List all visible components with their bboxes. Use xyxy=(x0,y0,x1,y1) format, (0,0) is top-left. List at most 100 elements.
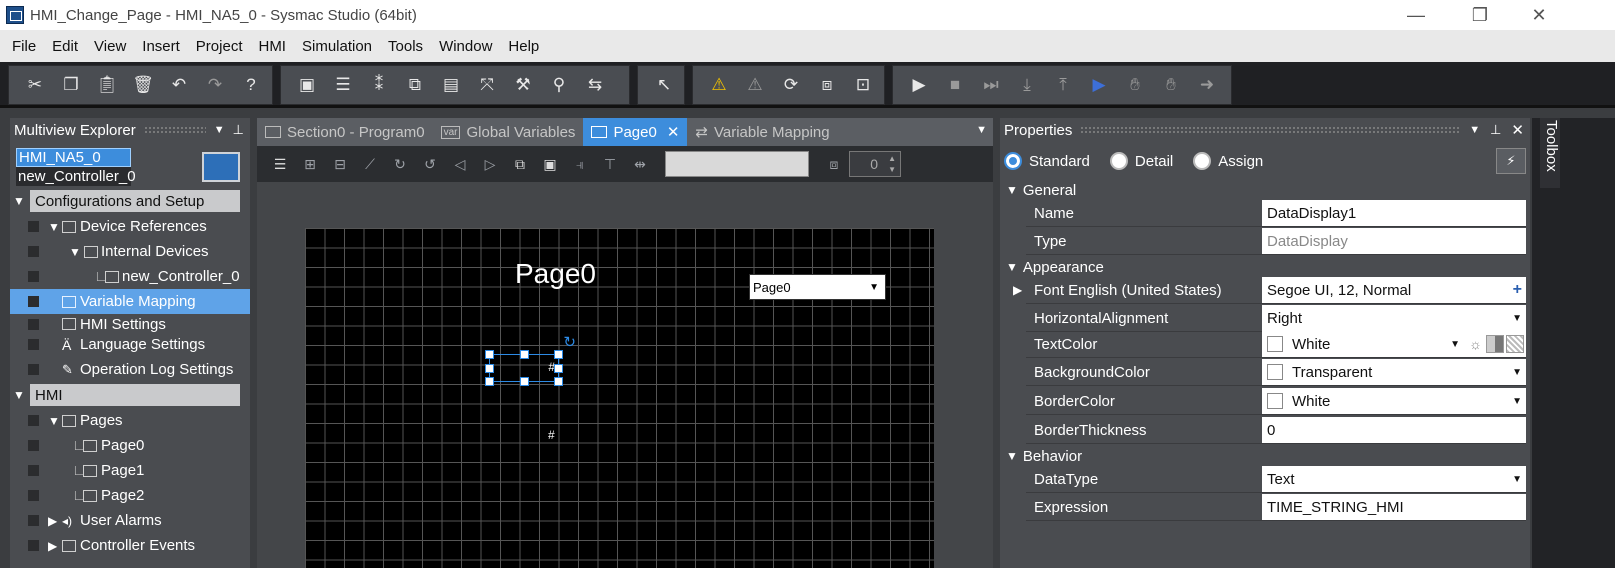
menu-window[interactable]: Window xyxy=(431,38,500,55)
resize-handle[interactable] xyxy=(554,364,563,373)
rotate-handle-icon[interactable]: ↻ xyxy=(563,333,576,351)
tree-hmi-settings[interactable]: HMI Settings xyxy=(10,314,250,334)
3d-icon[interactable]: ▣ xyxy=(289,70,325,100)
expand-icon[interactable]: ▼ xyxy=(48,414,60,428)
step-out-icon[interactable]: ⤒ xyxy=(1045,70,1081,100)
tree-pages[interactable]: ▼ Pages xyxy=(10,408,250,433)
menu-help[interactable]: Help xyxy=(500,38,547,55)
copy-icon[interactable]: ❐ xyxy=(53,70,89,100)
event-toggle-icon[interactable]: ⚡ xyxy=(1496,148,1526,174)
menu-view[interactable]: View xyxy=(86,38,134,55)
chevron-down-icon[interactable]: ▼ xyxy=(1450,339,1460,350)
undo-icon[interactable]: ↶ xyxy=(161,70,197,100)
watch-icon[interactable]: ▤ xyxy=(433,70,469,100)
text-color-dropdown[interactable]: White ▼ ☼ xyxy=(1262,331,1526,357)
pattern-icon[interactable] xyxy=(1506,335,1524,353)
tree-icon[interactable]: ☰ xyxy=(325,70,361,100)
pause-icon[interactable]: ▶ xyxy=(1081,70,1117,100)
minimize-button[interactable]: — xyxy=(1387,0,1445,30)
help-icon[interactable]: ? xyxy=(233,70,269,100)
stepper-arrows-icon[interactable]: ▲ ▼ xyxy=(888,153,896,175)
tree-language-settings[interactable]: Ä Language Settings xyxy=(10,332,250,357)
data-display-selected[interactable]: # ↻ xyxy=(485,334,576,386)
align-top-icon[interactable]: ⊤ xyxy=(595,150,625,178)
resize-handle[interactable] xyxy=(485,377,494,386)
chevron-down-icon[interactable]: ▼ xyxy=(1469,124,1480,136)
device-hmi[interactable]: HMI_NA5_0 xyxy=(16,148,131,167)
resize-handle[interactable] xyxy=(485,350,494,359)
ungroup-icon[interactable]: ⊟ xyxy=(325,150,355,178)
font-value-field[interactable]: Segoe UI, 12, Normal + xyxy=(1262,277,1526,303)
expand-icon[interactable]: ▼ xyxy=(13,194,25,208)
expand-icon[interactable]: ▼ xyxy=(69,245,81,259)
find-icon[interactable]: ⚲ xyxy=(541,70,577,100)
compare-icon[interactable]: ⤧ xyxy=(469,70,505,100)
cross-ref-icon[interactable]: ⁑ xyxy=(361,70,397,100)
border-color-dropdown[interactable]: White ▼ xyxy=(1262,388,1526,414)
flip-vertical-icon[interactable]: ▷ xyxy=(475,150,505,178)
tab-global-variables[interactable]: var Global Variables xyxy=(433,118,584,146)
delete-icon[interactable]: 🗑︎ xyxy=(125,70,161,100)
align-right-icon[interactable]: ⫣ xyxy=(565,150,595,178)
page-title-label[interactable]: Page0 xyxy=(515,258,596,290)
tree-controller-events[interactable]: ▶ Controller Events xyxy=(10,533,250,558)
menu-simulation[interactable]: Simulation xyxy=(294,38,380,55)
section-configurations[interactable]: ▼ Configurations and Setup xyxy=(10,189,250,213)
pin-icon[interactable]: ⊥ xyxy=(1490,122,1501,138)
device-selector[interactable]: HMI_NA5_0 new_Controller_0 xyxy=(16,148,136,186)
hand-stop-icon[interactable]: ✋︎ xyxy=(1153,70,1189,100)
tree-user-alarms[interactable]: ▶ ◂) User Alarms xyxy=(10,508,250,533)
device-controller[interactable]: new_Controller_0 xyxy=(16,167,136,186)
expand-icon[interactable]: ▶ xyxy=(48,539,57,553)
play-icon[interactable]: ▶ xyxy=(901,70,937,100)
category-appearance[interactable]: ▼ Appearance xyxy=(1006,256,1526,278)
refresh-icon[interactable]: ⟳ xyxy=(773,70,809,100)
tree-page2[interactable]: ∟ Page2 xyxy=(10,483,250,508)
hmi-page-canvas[interactable]: Page0 Page0 ▼ # ↻ # xyxy=(305,228,934,568)
transfer-icon[interactable]: ⇆ xyxy=(577,70,613,100)
flip-horizontal-icon[interactable]: ◁ xyxy=(445,150,475,178)
step-in-icon[interactable]: ⤓ xyxy=(1009,70,1045,100)
diff-icon[interactable]: ⧈ xyxy=(809,70,845,100)
alignment-dropdown[interactable]: Right ▼ xyxy=(1262,305,1526,331)
resize-handle[interactable] xyxy=(554,377,563,386)
menu-project[interactable]: Project xyxy=(188,38,251,55)
resize-handle[interactable] xyxy=(554,350,563,359)
category-behavior[interactable]: ▼ Behavior xyxy=(1006,445,1526,467)
resize-handle[interactable] xyxy=(520,350,529,359)
tree-internal-devices[interactable]: ▼ Internal Devices xyxy=(10,239,250,264)
menu-edit[interactable]: Edit xyxy=(44,38,86,55)
tree-page1[interactable]: ∟ Page1 xyxy=(10,458,250,483)
radio-detail[interactable] xyxy=(1109,152,1128,170)
tab-list-chevron-icon[interactable]: ▼ xyxy=(976,124,987,136)
pin-icon[interactable]: ⊥ xyxy=(233,122,244,138)
data-type-dropdown[interactable]: Text ▼ xyxy=(1262,466,1526,492)
element-name-field[interactable] xyxy=(665,151,809,177)
cut-icon[interactable]: ✂ xyxy=(17,70,53,100)
properties-toggle-icon[interactable]: ☰ xyxy=(265,150,295,178)
menu-insert[interactable]: Insert xyxy=(134,38,188,55)
build-icon[interactable]: ⚒ xyxy=(505,70,541,100)
resize-handle[interactable] xyxy=(520,377,529,386)
rotate-left-icon[interactable]: ↺ xyxy=(415,150,445,178)
window-icon[interactable]: ⊡ xyxy=(845,70,881,100)
bring-forward-icon[interactable]: ⧉ xyxy=(505,150,535,178)
expand-icon[interactable]: ▼ xyxy=(48,220,60,234)
tree-new-controller[interactable]: ∟ new_Controller_0 xyxy=(10,264,250,289)
distribute-icon[interactable]: ⇹ xyxy=(625,150,655,178)
drag-grip[interactable] xyxy=(143,126,206,134)
send-back-icon[interactable]: ▣ xyxy=(535,150,565,178)
paste-icon[interactable]: 📋︎ xyxy=(89,70,125,100)
expand-icon[interactable]: ▶ xyxy=(48,514,57,528)
arrow-right-icon[interactable]: ➜ xyxy=(1189,70,1225,100)
chevron-down-icon[interactable]: ▼ xyxy=(214,124,225,136)
resize-handle[interactable] xyxy=(485,364,494,373)
tree-device-references[interactable]: ▼ Device References xyxy=(10,214,250,239)
expand-icon[interactable]: ▼ xyxy=(1006,449,1018,463)
expression-field[interactable]: TIME_STRING_HMI xyxy=(1262,494,1526,520)
tree-page0[interactable]: ∟ Page0 xyxy=(10,433,250,458)
no-sync-icon[interactable]: ⚠ xyxy=(737,70,773,100)
menu-file[interactable]: File xyxy=(4,38,44,55)
drag-grip[interactable] xyxy=(1080,126,1462,134)
border-thickness-field[interactable]: 0 xyxy=(1262,417,1526,443)
